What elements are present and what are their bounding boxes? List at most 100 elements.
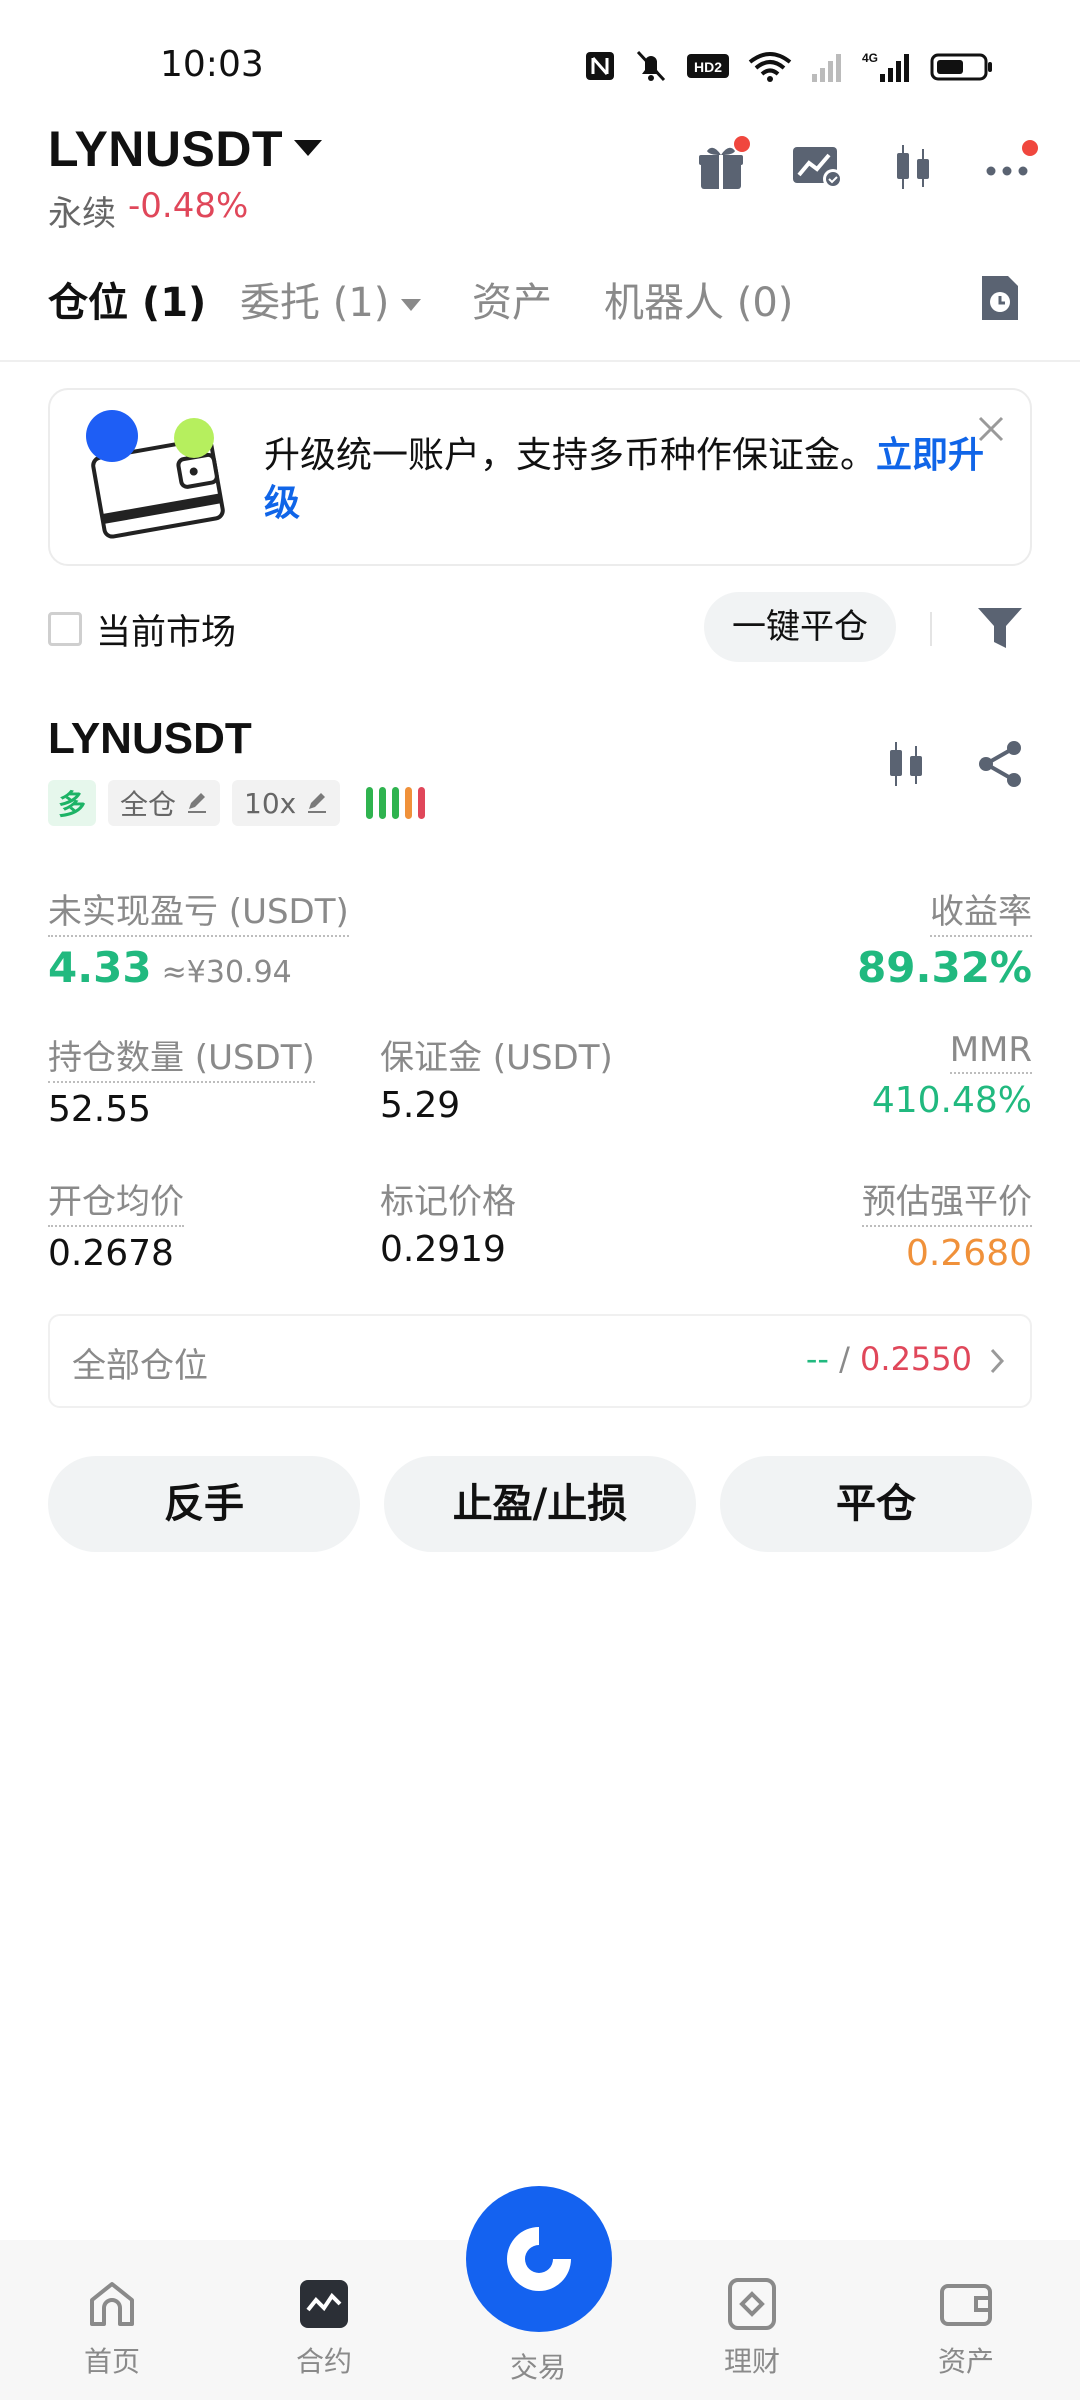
price-change: -0.48% [128, 186, 249, 226]
trade-icon [507, 2227, 571, 2291]
tab-positions[interactable]: 仓位 (1) [48, 270, 206, 328]
take-profit-value: -- [805, 1340, 829, 1378]
side-badge: 多 [48, 780, 97, 826]
size-value: 52.55 [48, 1089, 152, 1130]
unrealized-pnl-field: 未实现盈亏 (USDT) 4.33 ≈¥30.94 [48, 884, 349, 992]
roe-value: 89.32% [857, 943, 1032, 992]
filter-icon[interactable] [974, 602, 1026, 654]
header: LYNUSDT 永续 -0.48% [0, 110, 1080, 240]
entry-field: 开仓均价 0.2678 [48, 1174, 184, 1274]
hd-label: HD2 [694, 59, 722, 75]
leverage-label: 10x [244, 786, 297, 820]
edit-icon [308, 793, 327, 813]
current-market-checkbox[interactable] [48, 612, 82, 646]
roe-label[interactable]: 收益率 [930, 884, 1032, 937]
tab-assets[interactable]: 资产 [472, 270, 552, 328]
filter-row: 当前市场 一键平仓 [0, 590, 1080, 670]
upgrade-banner[interactable]: 升级统一账户，支持多币种作保证金。立即升级 [48, 388, 1032, 566]
margin-label: 保证金 (USDT) [380, 1038, 613, 1078]
candlestick-icon[interactable] [880, 738, 932, 794]
symbol-dropdown-caret-icon[interactable] [294, 140, 322, 156]
banner-message: 升级统一账户，支持多币种作保证金。 [264, 435, 877, 476]
all-positions-tpsl-row[interactable]: 全部仓位 -- / 0.2550 [48, 1314, 1032, 1408]
home-icon [84, 2276, 140, 2332]
signal-1-icon [810, 48, 844, 84]
position-symbol[interactable]: LYNUSDT [48, 714, 252, 764]
gift-icon[interactable] [690, 136, 752, 198]
nav-contract[interactable]: 合约 [254, 2276, 394, 2380]
nav-home[interactable]: 首页 [42, 2276, 182, 2380]
tab-orders-label: 委托 (1) [240, 280, 390, 326]
liq-price-value: 0.2680 [906, 1233, 1032, 1274]
symbol-title[interactable]: LYNUSDT [48, 120, 283, 178]
risk-bar [418, 787, 426, 819]
tab-orders[interactable]: 委托 (1) [240, 270, 422, 328]
unrealized-pnl-value: 4.33 ≈¥30.94 [48, 943, 349, 992]
status-time: 10:03 [160, 44, 264, 85]
size-label[interactable]: 持仓数量 (USDT) [48, 1030, 315, 1083]
margin-mode-label: 全仓 [120, 788, 177, 821]
nav-finance[interactable]: 理财 [682, 2276, 822, 2380]
finance-icon [724, 2276, 780, 2332]
mark-price-value: 0.2919 [380, 1229, 506, 1270]
status-icons: HD2 4G [584, 48, 994, 84]
position-actions: 反手 止盈/止损 平仓 [48, 1456, 1032, 1552]
close-position-button[interactable]: 平仓 [720, 1456, 1032, 1552]
entry-price-label[interactable]: 开仓均价 [48, 1174, 184, 1227]
risk-bar [379, 787, 387, 819]
nav-contract-label: 合约 [295, 2345, 352, 2378]
nav-finance-label: 理财 [723, 2345, 780, 2378]
nav-home-label: 首页 [83, 2345, 140, 2378]
contract-type: 永续 [48, 194, 116, 234]
history-icon[interactable] [978, 272, 1022, 324]
mark-price-label: 标记价格 [380, 1182, 516, 1222]
mute-icon [634, 48, 668, 84]
mmr-field: MMR 410.48% [872, 1030, 1032, 1121]
leverage-tag[interactable]: 10x [232, 780, 341, 826]
margin-mode-tag[interactable]: 全仓 [108, 780, 221, 826]
all-positions-label: 全部仓位 [72, 1346, 208, 1386]
hd-icon: HD2 [686, 48, 730, 84]
close-all-button[interactable]: 一键平仓 [704, 592, 896, 662]
unrealized-pnl-amount: 4.33 [48, 943, 152, 992]
size-field: 持仓数量 (USDT) 52.55 [48, 1030, 315, 1130]
gift-badge [734, 136, 750, 152]
risk-bar [405, 787, 413, 819]
position-tags: 多 全仓 10x [48, 780, 426, 826]
chart-alert-icon[interactable] [786, 136, 848, 198]
position-card-actions [880, 738, 1026, 794]
tpsl-button[interactable]: 止盈/止损 [384, 1456, 696, 1552]
more-badge [1022, 140, 1038, 156]
entry-price-value: 0.2678 [48, 1233, 174, 1274]
stop-loss-value: 0.2550 [860, 1340, 972, 1378]
unrealized-pnl-label[interactable]: 未实现盈亏 (USDT) [48, 884, 349, 937]
unrealized-pnl-cny: ≈¥30.94 [161, 955, 292, 990]
candlestick-icon[interactable] [882, 136, 944, 198]
wallet-icon [938, 2276, 994, 2332]
tpsl-separator: / [839, 1340, 850, 1378]
margin-value: 5.29 [380, 1085, 461, 1126]
nav-assets[interactable]: 资产 [896, 2276, 1036, 2380]
close-icon[interactable] [976, 414, 1006, 444]
risk-bar [366, 787, 374, 819]
position-tabs: 仓位 (1) 委托 (1) 资产 机器人 (0) [0, 262, 1080, 362]
wallet-illustration-icon [78, 408, 238, 548]
battery-icon [930, 48, 994, 84]
mark-field: 标记价格 0.2919 [380, 1174, 516, 1270]
reverse-button[interactable]: 反手 [48, 1456, 360, 1552]
nfc-icon [584, 48, 616, 84]
share-icon[interactable] [974, 738, 1026, 794]
nav-trade[interactable]: 交易 [468, 2346, 608, 2386]
roe-field: 收益率 89.32% [857, 884, 1032, 992]
liq-price-label[interactable]: 预估强平价 [862, 1174, 1032, 1227]
margin-field: 保证金 (USDT) 5.29 [380, 1030, 613, 1126]
header-actions [690, 136, 1040, 198]
more-icon[interactable] [978, 136, 1040, 198]
current-market-label[interactable]: 当前市场 [96, 604, 236, 655]
trade-fab-button[interactable] [466, 2186, 612, 2332]
wifi-icon [748, 48, 792, 84]
tab-bots[interactable]: 机器人 (0) [604, 270, 793, 328]
nav-trade-label: 交易 [509, 2351, 566, 2384]
mmr-label[interactable]: MMR [949, 1030, 1032, 1074]
chevron-right-icon [988, 1346, 1006, 1376]
